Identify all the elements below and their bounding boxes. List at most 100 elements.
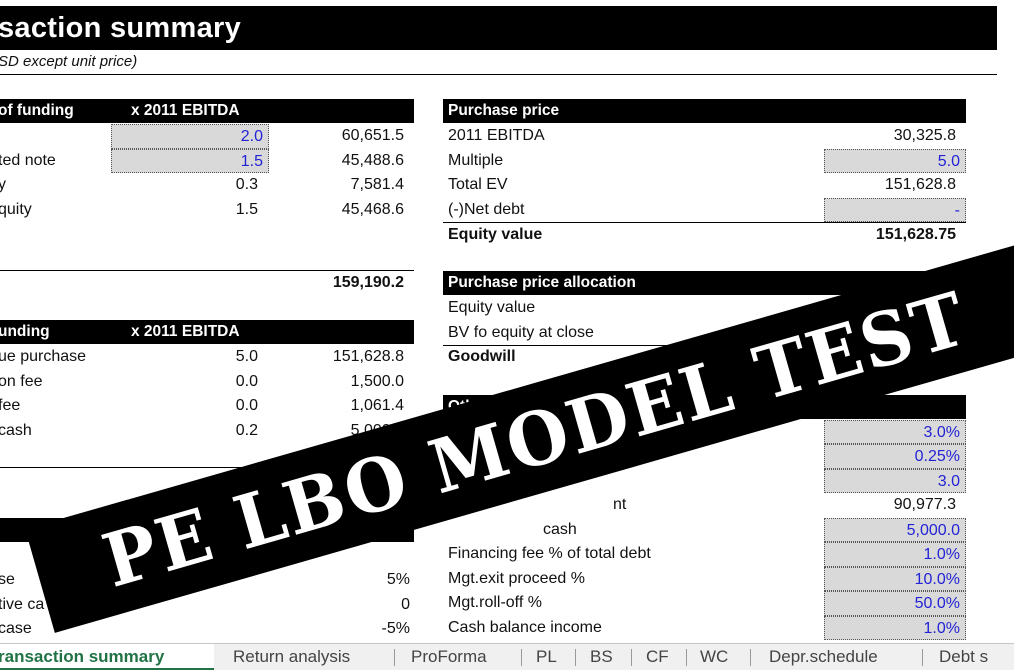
column-header: x 2011 EBITDA bbox=[131, 323, 240, 340]
assumption-row[interactable]: Mgt.roll-off % 50.0% bbox=[443, 591, 966, 616]
amount-value: 1,500.0 bbox=[350, 372, 404, 390]
tab-depr-schedule[interactable]: Depr.schedule bbox=[751, 644, 921, 670]
libor-input-cell[interactable]: 3.0% bbox=[824, 419, 966, 444]
divider bbox=[0, 74, 997, 75]
row-label: Equity value bbox=[448, 299, 536, 316]
row-label: Multiple bbox=[448, 151, 504, 169]
amount-value: 45,468.6 bbox=[341, 200, 404, 218]
title-bar: saction summary bbox=[0, 6, 997, 50]
sources-row[interactable]: y 0.3 7,581.4 bbox=[0, 173, 414, 198]
tab-transaction-summary[interactable]: ransaction summary bbox=[0, 644, 214, 670]
net-debt-input-cell[interactable]: - bbox=[824, 197, 966, 222]
tab-label: BS bbox=[590, 647, 613, 666]
mgt-exit-input-cell[interactable]: 10.0% bbox=[824, 566, 966, 591]
scenario-value: 5% bbox=[386, 571, 410, 588]
scenario-value: -5% bbox=[381, 620, 410, 637]
total-value: 159,190.2 bbox=[332, 274, 404, 291]
tab-bs[interactable]: BS bbox=[576, 644, 631, 670]
uses-row[interactable]: ue purchase 5.0 151,628.8 bbox=[0, 345, 414, 370]
tab-label: CF bbox=[646, 647, 669, 666]
column-header: x 2011 EBITDA bbox=[131, 102, 240, 119]
row-label: Total EV bbox=[448, 176, 508, 193]
total-value: 151,628.75 bbox=[875, 225, 956, 243]
sources-row[interactable]: 2.0 60,651.5 bbox=[0, 124, 414, 149]
purchase-price-header: Purchase price bbox=[443, 99, 966, 123]
purchase-price-row[interactable]: 2011 EBITDA 30,325.8 bbox=[443, 124, 966, 149]
multiple-input-cell[interactable]: 1.5 bbox=[111, 148, 269, 173]
row-label: ue purchase bbox=[0, 348, 87, 365]
purchase-price-row[interactable]: (-)Net debt - bbox=[443, 197, 966, 222]
tab-return-analysis[interactable]: Return analysis bbox=[215, 644, 391, 670]
multiple-input-cell[interactable]: 2.0 bbox=[111, 124, 269, 149]
assumption-row[interactable]: Cash balance income 1.0% bbox=[443, 615, 966, 640]
assumption-row[interactable]: Mgt.exit proceed % 10.0% bbox=[443, 566, 966, 591]
multiple-value: 0.3 bbox=[235, 176, 258, 193]
tab-label: PL bbox=[536, 647, 557, 666]
uses-row[interactable]: fee 0.0 1,061.4 bbox=[0, 394, 414, 419]
equity-value-row[interactable]: Equity value 151,628.75 bbox=[443, 223, 966, 248]
row-label: nt bbox=[613, 496, 627, 513]
tab-label: WC bbox=[700, 647, 729, 666]
row-value: 30,325.8 bbox=[893, 127, 956, 144]
uses-row[interactable]: on fee 0.0 1,500.0 bbox=[0, 370, 414, 395]
section-title: Purchase price allocation bbox=[448, 274, 636, 291]
min-cash-input-cell[interactable]: 5,000.0 bbox=[824, 517, 966, 542]
sources-row[interactable]: quity 1.5 45,468.6 bbox=[0, 198, 414, 223]
row-label: ted note bbox=[0, 151, 56, 169]
tab-label: Debt s bbox=[939, 647, 989, 666]
spreadsheet-grid[interactable]: saction summary SD except unit price) of… bbox=[0, 0, 1014, 643]
tab-debt-schedule[interactable]: Debt s bbox=[923, 644, 1014, 670]
row-label: Equity value bbox=[448, 225, 543, 243]
sources-total-row[interactable]: 159,190.2 bbox=[0, 271, 414, 296]
row-label: Financing fee % of total debt bbox=[448, 545, 651, 562]
section-title: unding bbox=[0, 323, 50, 340]
row-label: Mgt.exit proceed % bbox=[448, 569, 585, 587]
row-label: fee bbox=[0, 397, 21, 414]
row-label: quity bbox=[0, 200, 32, 218]
assumption-row[interactable]: cash 5,000.0 bbox=[443, 517, 966, 542]
multiple-value: 0.2 bbox=[235, 421, 258, 439]
multiple-value: 5.0 bbox=[235, 348, 258, 365]
purchase-price-row[interactable]: Multiple 5.0 bbox=[443, 148, 966, 173]
tab-label: Depr.schedule bbox=[769, 647, 878, 666]
sheet-subtitle: SD except unit price) bbox=[0, 53, 138, 70]
sources-row[interactable]: ted note 1.5 45,488.6 bbox=[0, 148, 414, 173]
section-title: Purchase price bbox=[448, 102, 560, 119]
row-value: 90,977.3 bbox=[893, 496, 956, 513]
sheet-title: saction summary bbox=[0, 12, 242, 44]
financing-fee-input-cell[interactable]: 1.0% bbox=[824, 542, 966, 567]
row-label: case bbox=[0, 620, 32, 637]
amount-value: 60,651.5 bbox=[341, 127, 404, 144]
tab-label: ProForma bbox=[411, 647, 487, 666]
row-label: Goodwill bbox=[448, 348, 516, 365]
multiple-value: 0.0 bbox=[235, 372, 258, 390]
row-label: Cash balance income bbox=[448, 618, 602, 636]
multiple-value: 1.5 bbox=[235, 200, 258, 218]
amount-value: 151,628.8 bbox=[332, 348, 404, 365]
row-label: se bbox=[0, 571, 15, 588]
increment-input-cell[interactable]: 0.25% bbox=[824, 444, 966, 469]
multiple-input-cell[interactable]: 5.0 bbox=[824, 148, 966, 173]
row-label: (-)Net debt bbox=[448, 200, 525, 218]
row-label: tive ca bbox=[0, 595, 45, 613]
row-label: BV fo equity at close bbox=[448, 323, 594, 341]
row-label: on fee bbox=[0, 372, 43, 390]
row-label: cash bbox=[543, 520, 577, 538]
tab-wc[interactable]: WC bbox=[687, 644, 749, 670]
assumption-row[interactable]: Financing fee % of total debt 1.0% bbox=[443, 542, 966, 567]
cash-income-input-cell[interactable]: 1.0% bbox=[824, 615, 966, 640]
sources-of-funding-header: of funding x 2011 EBITDA bbox=[0, 99, 414, 123]
row-label: Mgt.roll-off % bbox=[448, 594, 542, 611]
scenario-value: 0 bbox=[401, 595, 410, 613]
amount-value: 1,061.4 bbox=[350, 397, 404, 414]
tab-proforma[interactable]: ProForma bbox=[395, 644, 519, 670]
purchase-price-row[interactable]: Total EV 151,628.8 bbox=[443, 173, 966, 198]
tab-label: Return analysis bbox=[233, 647, 351, 666]
tab-cf[interactable]: CF bbox=[632, 644, 686, 670]
section-title: of funding bbox=[0, 102, 74, 119]
mgt-rolloff-input-cell[interactable]: 50.0% bbox=[824, 591, 966, 616]
row-label: y bbox=[0, 176, 6, 193]
assumption-input-cell[interactable]: 3.0 bbox=[824, 468, 966, 493]
amount-value: 45,488.6 bbox=[341, 151, 404, 169]
row-label: cash bbox=[0, 421, 32, 439]
